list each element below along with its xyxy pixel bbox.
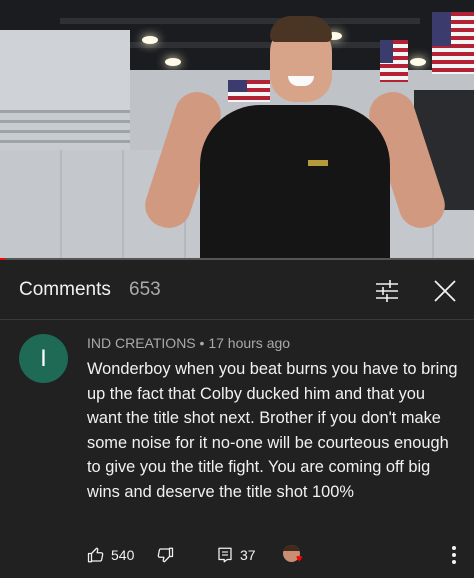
comment-time: 17 hours ago (208, 335, 291, 351)
reply-comment-icon (218, 547, 232, 563)
more-vertical-icon-dot (452, 553, 456, 557)
comment-meta: IND CREATIONS • 17 hours ago (87, 335, 290, 351)
video-scene-flag (432, 12, 474, 74)
video-player[interactable] (0, 0, 474, 260)
thumbs-up-icon (87, 547, 104, 563)
like-count: 540 (111, 547, 135, 563)
heart-icon: ♥ (296, 553, 303, 565)
comments-header: Comments 653 (0, 260, 474, 320)
like-button[interactable]: 540 (87, 544, 134, 566)
comment-author[interactable]: IND CREATIONS (87, 335, 196, 351)
reply-button[interactable]: 37 (216, 544, 256, 566)
dislike-button[interactable] (156, 544, 174, 566)
video-scene-light (142, 36, 158, 44)
comment-meta-separator: • (199, 335, 205, 351)
comments-title: Comments (19, 279, 111, 300)
more-vertical-icon (452, 546, 456, 550)
thumbs-down-icon (157, 547, 174, 563)
video-scene-person (139, 10, 451, 260)
close-icon (434, 280, 456, 302)
sort-filter-icon (376, 280, 398, 302)
sort-filter-button[interactable] (372, 276, 402, 306)
reply-count: 37 (240, 547, 256, 563)
creator-heart-badge: ♥ (283, 544, 307, 566)
close-button[interactable] (430, 276, 460, 306)
comment-text: Wonderboy when you beat burns you have t… (87, 360, 458, 501)
more-options-button[interactable] (444, 542, 464, 568)
more-vertical-icon-dot (452, 560, 456, 564)
comments-count: 653 (129, 279, 161, 300)
avatar[interactable]: I (19, 334, 68, 383)
